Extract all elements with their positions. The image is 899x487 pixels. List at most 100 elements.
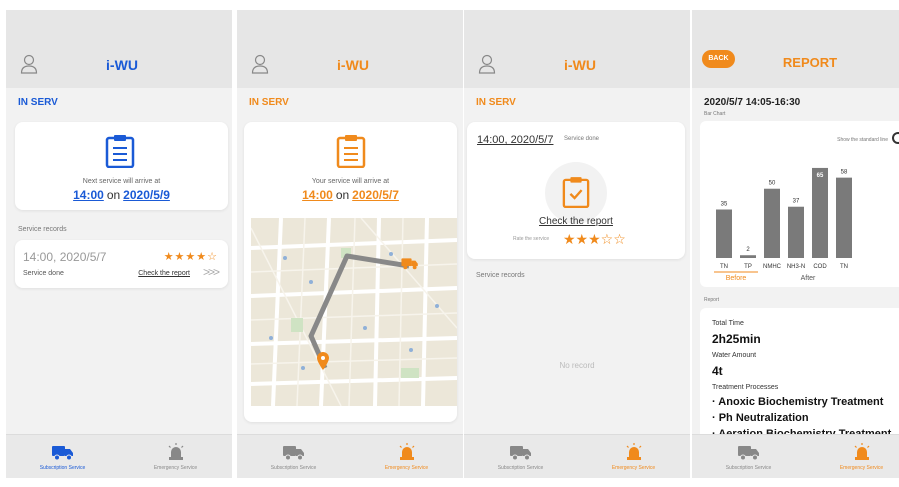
tab-subscription-service[interactable]: Subscription Service <box>692 435 805 478</box>
tab-bar: Subscription Service Emergency Service <box>237 434 463 478</box>
siren-icon <box>626 443 641 460</box>
tick-label: TP <box>744 264 752 270</box>
arrival-date[interactable]: 2020/5/9 <box>123 188 170 202</box>
arrival-date[interactable]: 2020/5/7 <box>352 188 399 202</box>
tab-label: Subscription Service <box>270 465 317 471</box>
app-title: i-WU <box>106 57 138 73</box>
treatment-process-item: · Anoxic Biochemistry Treatment <box>712 396 884 408</box>
section-label: IN SERV <box>249 97 289 108</box>
tab-emergency-service[interactable]: Emergency Service <box>805 435 899 478</box>
tab-label: Emergency Service <box>153 465 198 471</box>
arrival-time: 14:00 on 2020/5/9 <box>73 188 170 202</box>
app-header: i-WU <box>6 10 232 88</box>
report-icon-circle[interactable] <box>545 162 607 224</box>
service-status: Service done <box>564 136 600 142</box>
bar <box>836 177 852 258</box>
clipboard-icon <box>105 135 135 168</box>
data-label: 50 <box>769 181 776 187</box>
rate-service-label: Rate the service <box>513 236 550 242</box>
app-header: BACK REPORT <box>692 10 899 88</box>
tab-label: Subscription Service <box>497 465 544 471</box>
service-records-label: Service records <box>18 226 67 233</box>
clipboard-icon <box>336 135 366 168</box>
app-title: i-WU <box>337 57 369 73</box>
truck-icon <box>737 446 759 461</box>
tab-emergency-service[interactable]: Emergency Service <box>350 435 463 478</box>
bar <box>740 255 756 258</box>
water-amount-label: Water Amount <box>712 352 757 359</box>
chevrons-right-icon[interactable]: >>> <box>203 265 220 279</box>
bar <box>716 209 732 258</box>
tick-label: TN <box>840 264 848 270</box>
check-report-link[interactable]: Check the report <box>138 270 190 277</box>
treatment-process-item: · Ph Neutralization <box>712 412 809 424</box>
tab-emergency-service[interactable]: Emergency Service <box>119 435 232 478</box>
siren-icon <box>168 443 183 460</box>
app-header: i-WU <box>237 10 463 88</box>
arrival-hour[interactable]: 14:00 <box>302 188 333 202</box>
group-label: Before <box>726 275 747 282</box>
service-records-label: Service records <box>476 272 525 279</box>
screen-subscription-home: i-WU IN SERV Next service will arrive at… <box>6 10 232 478</box>
siren-icon <box>399 443 414 460</box>
screen-emergency-done: i-WU IN SERV 14:00, 2020/5/7 Service don… <box>464 10 690 478</box>
report-section-label: Report <box>704 297 720 303</box>
total-time-value: 2h25min <box>712 332 761 346</box>
tick-label: NMHC <box>763 264 782 270</box>
bar <box>788 206 804 258</box>
next-service-label: Your service will arrive at <box>311 178 390 185</box>
record-status: Service done <box>23 270 64 277</box>
route-map[interactable] <box>251 218 457 406</box>
data-label: 37 <box>793 199 800 205</box>
data-label: 58 <box>841 170 848 176</box>
truck-icon <box>401 258 418 270</box>
bar <box>764 188 780 258</box>
tick-label: NH3-N <box>787 264 805 270</box>
truck-icon <box>282 446 304 461</box>
total-time-label: Total Time <box>712 320 744 327</box>
record-time: 14:00, 2020/5/7 <box>23 250 107 264</box>
report-details-card: Total Time 2h25min Water Amount 4t Treat… <box>700 308 899 448</box>
tick-label: COD <box>813 264 827 270</box>
tab-emergency-service[interactable]: Emergency Service <box>577 435 690 478</box>
data-label: 2 <box>746 247 750 253</box>
tab-label: Subscription Service <box>39 465 86 471</box>
service-record-item[interactable]: 14:00, 2020/5/7 ★★★★☆ Service done Check… <box>15 240 228 288</box>
tab-label: Emergency Service <box>839 465 884 471</box>
bar-chart-card: Show the standard line 35 TN 2 TP 50 NMHC 37 NH… <box>700 121 899 287</box>
treatment-processes-label: Treatment Processes <box>712 384 779 391</box>
screen-report: BACK REPORT 2020/5/7 14:05-16:30 Bar Cha… <box>692 10 899 478</box>
tick-label: TN <box>720 264 728 270</box>
truck-icon <box>509 446 531 461</box>
tab-subscription-service[interactable]: Subscription Service <box>237 435 350 478</box>
data-label: 35 <box>721 202 728 208</box>
tab-subscription-service[interactable]: Subscription Service <box>6 435 119 478</box>
tab-label: Emergency Service <box>384 465 429 471</box>
map-pin-icon <box>317 352 329 370</box>
empty-records-message: No record <box>559 361 595 370</box>
report-date: 2020/5/7 14:05-16:30 <box>704 97 801 108</box>
arrival-hour[interactable]: 14:00 <box>73 188 104 202</box>
tab-label: Emergency Service <box>611 465 656 471</box>
clipboard-check-icon <box>562 177 590 208</box>
tab-label: Subscription Service <box>725 465 772 471</box>
rating-stars[interactable]: ★★★☆☆ <box>563 231 626 248</box>
next-service-card: Next service will arrive at 14:00 on 2020/… <box>15 122 228 210</box>
data-label: 65 <box>817 173 824 179</box>
record-rating-stars: ★★★★☆ <box>163 251 218 263</box>
check-report-link[interactable]: Check the report <box>467 216 685 227</box>
group-label: After <box>801 275 816 282</box>
screen-emergency-tracking: i-WU IN SERV Your service will arrive at… <box>237 10 463 478</box>
report-title: REPORT <box>782 55 838 70</box>
siren-icon <box>854 443 869 460</box>
truck-icon <box>51 446 73 461</box>
section-label: IN SERV <box>476 97 516 108</box>
app-title: i-WU <box>564 57 596 73</box>
map-canvas <box>251 218 457 406</box>
tab-subscription-service[interactable]: Subscription Service <box>464 435 577 478</box>
bar <box>812 167 828 258</box>
next-service-label: Next service will arrive at <box>82 178 161 185</box>
chart-type-label: Bar Chart <box>704 111 726 117</box>
water-amount-value: 4t <box>712 364 723 378</box>
tab-bar: Subscription Service Emergency Service <box>692 434 899 478</box>
